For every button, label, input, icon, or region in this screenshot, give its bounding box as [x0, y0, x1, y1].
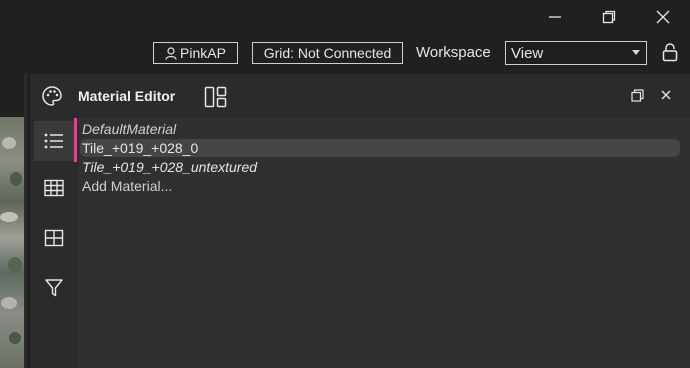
minimize-button[interactable] [528, 0, 582, 34]
list-item-untextured-material[interactable]: Tile_+019_+028_untextured [82, 158, 257, 176]
user-icon [165, 46, 177, 60]
viewport-preview[interactable] [0, 117, 27, 368]
panel-sidebar [30, 118, 78, 368]
lock-button[interactable] [662, 42, 678, 67]
palette-icon [41, 85, 63, 112]
workspace-value: View [511, 44, 544, 62]
viewport-texture [8, 257, 22, 273]
grid-status-button[interactable]: Grid: Not Connected [252, 42, 403, 64]
list-icon [44, 133, 63, 149]
panel-title: Material Editor [78, 88, 176, 104]
panel-border [24, 74, 27, 368]
layout-icon[interactable] [204, 86, 228, 113]
panel-header: Material Editor [30, 74, 690, 118]
minimize-icon [549, 16, 561, 18]
user-label: PinkAP [180, 45, 226, 61]
list-item-selected-material[interactable]: Tile_+019_+028_0 [80, 139, 680, 157]
close-icon [656, 10, 670, 24]
add-material-button[interactable]: Add Material... [82, 177, 172, 195]
grid-icon [44, 229, 64, 247]
list-item-default-material[interactable]: DefaultMaterial [82, 120, 176, 138]
top-toolbar: PinkAP Grid: Not Connected Workspace Vie… [0, 40, 690, 68]
grid-status-label: Grid: Not Connected [263, 45, 392, 61]
restore-button[interactable] [582, 0, 636, 34]
viewport-texture [10, 172, 22, 186]
workspace-select[interactable]: View [505, 41, 647, 65]
viewport-texture [2, 137, 16, 149]
close-button[interactable] [636, 0, 690, 34]
active-indicator [74, 118, 77, 162]
viewport-texture [0, 212, 18, 222]
restore-icon [602, 10, 616, 24]
viewport-texture [1, 297, 17, 309]
material-editor-panel: Material Editor DefaultMaterial Tile_+01… [30, 74, 690, 368]
panel-close-icon[interactable] [660, 88, 672, 106]
panel-undock-icon[interactable] [631, 89, 644, 107]
material-list: DefaultMaterial Tile_+019_+028_0 Tile_+0… [78, 118, 690, 368]
sidebar-item-table[interactable] [34, 168, 74, 208]
workspace-label: Workspace [416, 44, 491, 61]
filter-icon [45, 279, 63, 297]
sidebar-item-grid[interactable] [34, 218, 74, 258]
chevron-down-icon [632, 50, 640, 55]
user-button[interactable]: PinkAP [153, 42, 238, 64]
sidebar-item-list[interactable] [34, 121, 74, 161]
sidebar-item-filter[interactable] [34, 268, 74, 308]
lock-icon [662, 43, 678, 62]
table-icon [44, 179, 64, 197]
viewport-texture [9, 332, 21, 344]
window-controls [528, 0, 690, 34]
